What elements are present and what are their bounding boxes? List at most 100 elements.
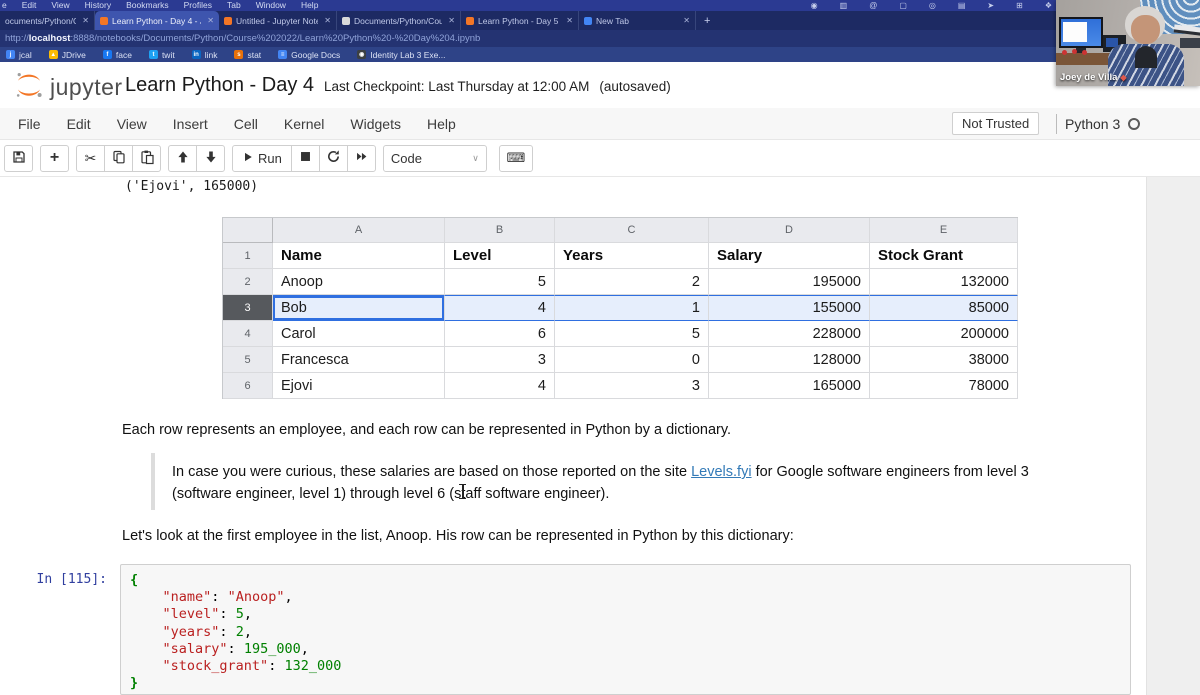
- tray-icon[interactable]: ▢: [899, 0, 907, 11]
- sheet-corner-cell[interactable]: [223, 218, 273, 243]
- move-cell-down-button[interactable]: [196, 145, 225, 172]
- sheet-cell[interactable]: Bob: [273, 295, 445, 321]
- sheet-row-number[interactable]: 1: [223, 243, 273, 269]
- sheet-cell[interactable]: Years: [555, 243, 709, 269]
- sheet-cell[interactable]: 1: [555, 295, 709, 321]
- tab-close-icon[interactable]: ✕: [322, 16, 331, 25]
- sheet-cell[interactable]: 4: [445, 295, 555, 321]
- sheet-cell[interactable]: Stock Grant: [870, 243, 1018, 269]
- sheet-row-number[interactable]: 5: [223, 347, 273, 373]
- sheet-column-header[interactable]: C: [555, 218, 709, 243]
- interrupt-kernel-button[interactable]: [291, 145, 320, 172]
- macos-menu-item[interactable]: e: [2, 0, 7, 11]
- tray-icon[interactable]: ➤: [987, 0, 994, 11]
- sheet-cell[interactable]: 38000: [870, 347, 1018, 373]
- sheet-cell[interactable]: 5: [555, 321, 709, 347]
- sheet-cell[interactable]: 6: [445, 321, 555, 347]
- new-tab-button[interactable]: +: [696, 11, 718, 30]
- tray-icon[interactable]: ❖: [1045, 0, 1052, 11]
- levels-fyi-link[interactable]: Levels.fyi: [691, 464, 751, 480]
- sheet-cell[interactable]: 5: [445, 269, 555, 295]
- command-palette-button[interactable]: ⌨: [499, 145, 533, 172]
- macos-menu-item[interactable]: Help: [301, 0, 318, 11]
- run-button[interactable]: Run: [232, 145, 292, 172]
- sheet-cell[interactable]: 128000: [709, 347, 870, 373]
- url-bar[interactable]: http://localhost:8888/notebooks/Document…: [0, 30, 1200, 47]
- sheet-column-header[interactable]: E: [870, 218, 1018, 243]
- macos-menu-item[interactable]: Profiles: [184, 0, 212, 11]
- not-trusted-button[interactable]: Not Trusted: [952, 112, 1039, 135]
- bookmark-item[interactable]: fface: [103, 50, 132, 60]
- notebook-title[interactable]: Learn Python - Day 4: [125, 74, 314, 97]
- sheet-cell[interactable]: Name: [273, 243, 445, 269]
- bookmark-item[interactable]: ◉Identity Lab 3 Exe...: [357, 50, 445, 60]
- sheet-cell[interactable]: Carol: [273, 321, 445, 347]
- bookmark-item[interactable]: ttwit: [149, 50, 175, 60]
- macos-menu-item[interactable]: Window: [256, 0, 286, 11]
- move-cell-up-button[interactable]: [168, 145, 197, 172]
- sheet-row-number[interactable]: 2: [223, 269, 273, 295]
- browser-tab[interactable]: Documents/Python/Course 20✕: [337, 11, 461, 30]
- browser-tab[interactable]: New Tab✕: [579, 11, 696, 30]
- tray-icon[interactable]: ⊞: [1016, 0, 1023, 11]
- sheet-cell[interactable]: Ejovi: [273, 373, 445, 399]
- sheet-column-header[interactable]: B: [445, 218, 555, 243]
- cell-type-select[interactable]: Code ∨: [383, 145, 487, 172]
- macos-menu-item[interactable]: History: [85, 0, 111, 11]
- tab-close-icon[interactable]: ✕: [681, 16, 690, 25]
- sheet-cell[interactable]: 155000: [709, 295, 870, 321]
- restart-run-all-button[interactable]: [347, 145, 376, 172]
- sheet-cell[interactable]: 228000: [709, 321, 870, 347]
- sheet-cell[interactable]: 200000: [870, 321, 1018, 347]
- menu-item-file[interactable]: File: [18, 116, 41, 132]
- sheet-cell[interactable]: Level: [445, 243, 555, 269]
- paste-cells-button[interactable]: [132, 145, 161, 172]
- sheet-column-header[interactable]: D: [709, 218, 870, 243]
- restart-kernel-button[interactable]: [319, 145, 348, 172]
- jupyter-logo[interactable]: jupyter: [14, 70, 123, 105]
- bookmark-item[interactable]: ≡Google Docs: [278, 50, 340, 60]
- tray-icon[interactable]: ▤: [958, 0, 966, 11]
- add-cell-button[interactable]: +: [40, 145, 69, 172]
- tab-close-icon[interactable]: ✕: [564, 16, 573, 25]
- sheet-column-header[interactable]: A: [273, 218, 445, 243]
- tray-icon[interactable]: ▥: [840, 0, 848, 11]
- bookmark-item[interactable]: ▲JDrive: [49, 50, 86, 60]
- bookmark-item[interactable]: sstat: [234, 50, 261, 60]
- tab-close-icon[interactable]: ✕: [80, 16, 89, 25]
- menu-item-view[interactable]: View: [117, 116, 147, 132]
- sheet-cell[interactable]: 78000: [870, 373, 1018, 399]
- sheet-cell[interactable]: 165000: [709, 373, 870, 399]
- tray-icon[interactable]: @: [869, 0, 877, 11]
- sheet-row-number[interactable]: 6: [223, 373, 273, 399]
- sheet-row-number[interactable]: 4: [223, 321, 273, 347]
- macos-menu-item[interactable]: Edit: [22, 0, 37, 11]
- sheet-cell[interactable]: 4: [445, 373, 555, 399]
- sheet-cell[interactable]: Anoop: [273, 269, 445, 295]
- save-button[interactable]: [4, 145, 33, 172]
- menu-item-help[interactable]: Help: [427, 116, 456, 132]
- cut-cells-button[interactable]: ✂: [76, 145, 105, 172]
- browser-tab[interactable]: Learn Python - Day 5 - Jupyte✕: [461, 11, 579, 30]
- sheet-cell[interactable]: 2: [555, 269, 709, 295]
- sheet-cell[interactable]: 85000: [870, 295, 1018, 321]
- sheet-cell[interactable]: 195000: [709, 269, 870, 295]
- browser-tab[interactable]: Untitled - Jupyter Notebook✕: [219, 11, 337, 30]
- menu-item-insert[interactable]: Insert: [173, 116, 208, 132]
- tab-close-icon[interactable]: ✕: [205, 16, 214, 25]
- tab-close-icon[interactable]: ✕: [446, 16, 455, 25]
- menu-item-widgets[interactable]: Widgets: [350, 116, 401, 132]
- sheet-cell[interactable]: Salary: [709, 243, 870, 269]
- code-cell[interactable]: { "name": "Anoop", "level": 5, "years": …: [120, 564, 1131, 695]
- menu-item-cell[interactable]: Cell: [234, 116, 258, 132]
- bookmark-item[interactable]: jjcal: [6, 50, 32, 60]
- sheet-cell[interactable]: 132000: [870, 269, 1018, 295]
- sheet-cell[interactable]: Francesca: [273, 347, 445, 373]
- menu-item-edit[interactable]: Edit: [67, 116, 91, 132]
- bookmark-item[interactable]: inlink: [192, 50, 218, 60]
- sheet-cell[interactable]: 3: [555, 373, 709, 399]
- macos-menu-item[interactable]: Tab: [227, 0, 241, 11]
- sheet-cell[interactable]: 0: [555, 347, 709, 373]
- macos-menu-item[interactable]: View: [51, 0, 69, 11]
- menu-item-kernel[interactable]: Kernel: [284, 116, 324, 132]
